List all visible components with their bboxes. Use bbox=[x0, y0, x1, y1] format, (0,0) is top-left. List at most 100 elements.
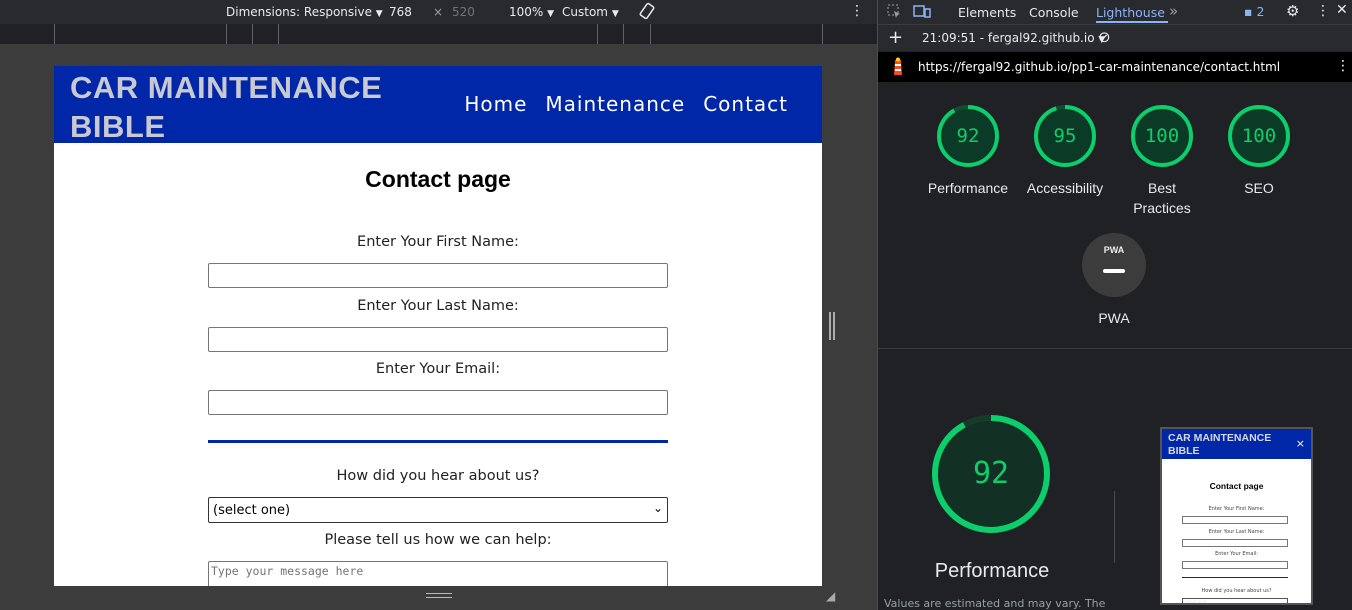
caret-down-icon: ▼ bbox=[611, 9, 619, 19]
email-label: Enter Your Email: bbox=[375, 361, 501, 377]
issues-count: 2 bbox=[1256, 4, 1265, 19]
width-resize-handle[interactable] bbox=[829, 312, 835, 340]
width-input[interactable]: 768 bbox=[389, 5, 412, 19]
report-selector[interactable]: 21:09:51 - fergal92.github.io ▼ bbox=[922, 31, 1105, 45]
active-tab-indicator bbox=[1096, 21, 1168, 23]
zoom-value: 100% bbox=[509, 5, 544, 19]
rotate-icon[interactable] bbox=[638, 2, 656, 23]
issues-badge[interactable]: ▪ 2 bbox=[1244, 4, 1264, 19]
divider bbox=[1114, 491, 1115, 563]
site-header: CAR MAINTENANCE BIBLE Home Maintenance C… bbox=[54, 66, 822, 146]
report-url-bar: https://fergal92.github.io/pp1-car-maint… bbox=[878, 52, 1352, 82]
last-name-label: Enter Your Last Name: bbox=[357, 298, 519, 314]
lighthouse-logo-icon bbox=[890, 57, 906, 80]
thumbnail-hear-label: How did you hear about us? bbox=[1201, 588, 1272, 594]
close-icon[interactable]: ✕ bbox=[1336, 2, 1348, 18]
accessibility-gauge[interactable]: 95 bbox=[1033, 104, 1097, 168]
height-resize-handle[interactable] bbox=[54, 586, 822, 604]
scores-summary: 92 Performance 95 Accessibility 100 Best Prac… bbox=[878, 82, 1352, 349]
thumbnail-email-input bbox=[1182, 561, 1288, 569]
new-report-plus-icon[interactable]: + bbox=[888, 27, 903, 48]
report-label: 21:09:51 - fergal92.github.io bbox=[922, 31, 1095, 45]
first-name-input[interactable] bbox=[208, 263, 668, 288]
thumbnail-header: CAR MAINTENANCE BIBLE × bbox=[1162, 429, 1311, 459]
accessibility-score: 95 bbox=[1053, 125, 1077, 147]
report-menu-icon[interactable]: ⋮ bbox=[1336, 58, 1350, 74]
email-input[interactable] bbox=[208, 390, 668, 415]
help-label: Please tell us how we can help: bbox=[324, 532, 552, 548]
hear-about-selected: (select one) bbox=[213, 503, 291, 518]
thumbnail-first-input bbox=[1182, 516, 1288, 524]
thumbnail-email-label: Enter Your Email: bbox=[1215, 551, 1258, 557]
lighthouse-toolbar: + 21:09:51 - fergal92.github.io ▼ ⊘ bbox=[878, 25, 1352, 51]
emulated-page: CAR MAINTENANCE BIBLE Home Maintenance C… bbox=[54, 66, 822, 586]
performance-big-score: 92 bbox=[972, 456, 1010, 491]
device-toolbar: Dimensions: Responsive ▼ 768 × 520 100% … bbox=[0, 0, 877, 24]
caret-down-icon: ▼ bbox=[375, 9, 383, 19]
devtools-panel: Elements Console Lighthouse » ▪ 2 ⚙ ⋮ ✕ … bbox=[877, 0, 1352, 610]
dimensions-label: Dimensions: Responsive bbox=[226, 5, 372, 19]
throttle-value: Custom bbox=[562, 5, 608, 19]
performance-score: 92 bbox=[956, 125, 980, 147]
nav-link-home[interactable]: Home bbox=[464, 92, 527, 116]
height-input[interactable]: 520 bbox=[452, 5, 475, 19]
times-sign: × bbox=[433, 5, 444, 19]
report-url: https://fergal92.github.io/pp1-car-maint… bbox=[918, 60, 1281, 74]
thumbnail-last-input bbox=[1182, 539, 1288, 547]
pwa-label: PWA bbox=[1098, 310, 1130, 326]
thumbnail-select: (select one) bbox=[1182, 598, 1288, 603]
message-placeholder: Type your message here bbox=[211, 564, 364, 578]
thumbnail-close-icon: × bbox=[1295, 437, 1305, 450]
thumbnail-first-label: Enter Your First Name: bbox=[1208, 506, 1265, 512]
hear-about-select[interactable]: (select one) ⌄ bbox=[208, 497, 668, 523]
site-nav: Home Maintenance Contact bbox=[464, 92, 788, 116]
form-divider bbox=[208, 440, 668, 443]
thumbnail-divider bbox=[1182, 577, 1288, 578]
performance-gauge[interactable]: 92 bbox=[936, 104, 1000, 168]
devtools-tabbar: Elements Console Lighthouse » ▪ 2 ⚙ ⋮ ✕ bbox=[878, 0, 1352, 25]
tab-console[interactable]: Console bbox=[1029, 5, 1079, 20]
performance-big-label: Performance bbox=[934, 560, 1050, 582]
media-query-ruler bbox=[0, 24, 877, 45]
best-practices-gauge[interactable]: 100 bbox=[1130, 104, 1194, 168]
best-practices-score: 100 bbox=[1144, 125, 1180, 147]
nav-link-maintenance[interactable]: Maintenance bbox=[545, 92, 685, 116]
thumbnail-brand: CAR MAINTENANCE BIBLE bbox=[1168, 432, 1272, 457]
tab-lighthouse[interactable]: Lighthouse bbox=[1096, 5, 1165, 20]
thumbnail-title: Contact page bbox=[1209, 481, 1264, 491]
dimensions-dropdown[interactable]: Dimensions: Responsive ▼ bbox=[226, 5, 383, 19]
devtools-menu-icon[interactable]: ⋮ bbox=[1316, 3, 1330, 19]
chevron-down-icon: ⌄ bbox=[652, 501, 663, 515]
pwa-badge-text: PWA bbox=[1103, 245, 1125, 255]
performance-label: Performance bbox=[927, 180, 1009, 196]
tab-elements[interactable]: Elements bbox=[958, 5, 1016, 20]
final-screenshot-thumbnail[interactable]: CAR MAINTENANCE BIBLE × Contact page Ent… bbox=[1160, 427, 1313, 605]
site-brand[interactable]: CAR MAINTENANCE BIBLE bbox=[70, 68, 430, 146]
thumbnail-last-label: Enter Your Last Name: bbox=[1208, 529, 1265, 535]
first-name-label: Enter Your First Name: bbox=[357, 234, 519, 250]
zoom-dropdown[interactable]: 100% ▼ bbox=[509, 5, 554, 19]
seo-score: 100 bbox=[1241, 125, 1277, 147]
page-title: Contact page bbox=[365, 166, 511, 192]
more-tabs-icon[interactable]: » bbox=[1169, 2, 1178, 20]
message-textarea[interactable]: Type your message here bbox=[208, 561, 668, 586]
nav-link-contact[interactable]: Contact bbox=[703, 92, 788, 116]
accessibility-label: Accessibility bbox=[1026, 180, 1104, 196]
best-practices-label: Best Practices bbox=[1133, 180, 1191, 216]
more-options-icon[interactable]: ⋮ bbox=[850, 3, 864, 19]
caret-down-icon: ▼ bbox=[547, 9, 555, 19]
corner-resize-icon[interactable]: ◢ bbox=[826, 589, 835, 603]
hear-about-label: How did you hear about us? bbox=[336, 468, 540, 484]
seo-gauge[interactable]: 100 bbox=[1227, 104, 1291, 168]
clear-all-icon[interactable]: ⊘ bbox=[1098, 28, 1111, 46]
issues-icon: ▪ bbox=[1244, 4, 1253, 19]
pwa-badge-icon[interactable]: PWA bbox=[1082, 233, 1146, 297]
throttle-dropdown[interactable]: Custom ▼ bbox=[562, 5, 619, 19]
pwa-dash bbox=[1103, 269, 1125, 273]
last-name-input[interactable] bbox=[208, 327, 668, 352]
settings-gear-icon[interactable]: ⚙ bbox=[1286, 2, 1299, 20]
inspect-element-icon[interactable] bbox=[886, 3, 902, 22]
device-toggle-icon[interactable] bbox=[913, 3, 931, 22]
seo-label: SEO bbox=[1244, 180, 1274, 196]
estimate-note: Values are estimated and may vary. The bbox=[884, 597, 1106, 610]
